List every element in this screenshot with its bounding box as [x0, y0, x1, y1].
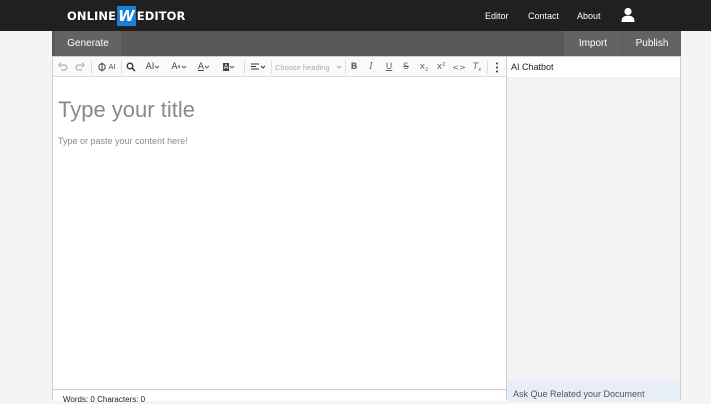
- font-color-dropdown[interactable]: A: [194, 60, 214, 74]
- import-button[interactable]: Import: [564, 31, 622, 56]
- font-family-dropdown[interactable]: Aa: [168, 60, 190, 74]
- ai-assist-button[interactable]: AI: [95, 60, 117, 74]
- brand-logo[interactable]: ONLINE W EDITOR: [67, 6, 186, 26]
- align-dropdown[interactable]: [248, 60, 268, 74]
- editor-footer: Words: 0 Characters: 0: [53, 389, 506, 404]
- background-color-dropdown[interactable]: A: [218, 60, 240, 74]
- chevron-down-icon: [204, 65, 210, 69]
- logo-text-w: W: [117, 6, 136, 26]
- heading-placeholder: Choose heading: [275, 62, 330, 72]
- logo-text-online: ONLINE: [67, 9, 117, 23]
- superscript-mark: 2: [442, 61, 446, 68]
- chevron-down-icon: [260, 65, 266, 69]
- underline-button[interactable]: U: [383, 60, 395, 74]
- chevron-down-icon: [155, 65, 160, 69]
- toolbar-divider: [244, 60, 245, 74]
- redo-icon[interactable]: [74, 60, 86, 74]
- find-replace-icon[interactable]: [125, 60, 137, 74]
- nav-link-contact[interactable]: Contact: [528, 11, 559, 21]
- toolbar-divider: [91, 60, 92, 74]
- superscript-button[interactable]: x2: [435, 60, 447, 74]
- chatbot-title: AI Chatbot: [507, 57, 680, 77]
- more-options-icon[interactable]: [491, 60, 503, 74]
- font-size-dropdown[interactable]: AI: [142, 60, 164, 74]
- toolbar-divider: [271, 60, 272, 74]
- top-navbar: ONLINE W EDITOR Editor Contact About: [0, 0, 711, 31]
- toolbar-divider: [345, 60, 346, 74]
- logo-text-editor: EDITOR: [136, 9, 186, 23]
- heading-dropdown[interactable]: Choose heading: [275, 60, 343, 74]
- chevron-down-icon: [230, 65, 235, 69]
- align-left-icon: [251, 63, 259, 70]
- subscript-mark: 2: [425, 66, 429, 73]
- background-color-label: A: [222, 63, 230, 71]
- content-input[interactable]: Type or paste your content here!: [58, 136, 188, 146]
- chevron-down-icon: [181, 65, 186, 69]
- strikethrough-button[interactable]: S: [400, 60, 412, 74]
- editor-panel: AI AI Aa A A Choose heading B I U S x 2 …: [52, 56, 507, 404]
- toolbar-divider: [487, 60, 488, 74]
- italic-button[interactable]: I: [365, 60, 377, 74]
- chatbot-input[interactable]: Ask Que Related your Document: [507, 380, 680, 401]
- chevron-down-icon: [336, 65, 341, 69]
- toolbar-divider: [121, 60, 122, 74]
- user-icon[interactable]: [620, 7, 636, 23]
- nav-link-about[interactable]: About: [577, 11, 601, 21]
- font-size-label: AI: [145, 62, 155, 72]
- clear-formatting-mark: x: [478, 66, 482, 73]
- code-button[interactable]: <>: [452, 60, 466, 74]
- ai-assist-label: AI: [108, 63, 116, 71]
- publish-button[interactable]: Publish: [623, 31, 681, 56]
- ai-assist-icon: [97, 62, 106, 72]
- nav-link-editor[interactable]: Editor: [485, 11, 509, 21]
- action-bar: Generate Import Publish: [52, 31, 681, 56]
- bold-button[interactable]: B: [348, 60, 360, 74]
- title-input[interactable]: Type your title: [58, 97, 195, 123]
- ai-chatbot-panel: AI Chatbot Ask Que Related your Document: [507, 56, 681, 401]
- undo-icon[interactable]: [57, 60, 69, 74]
- subscript-button[interactable]: x2: [418, 60, 430, 74]
- generate-button[interactable]: Generate: [55, 31, 121, 56]
- clear-formatting-button[interactable]: Tx: [471, 60, 483, 74]
- editor-toolbar: AI AI Aa A A Choose heading B I U S x 2 …: [53, 57, 506, 77]
